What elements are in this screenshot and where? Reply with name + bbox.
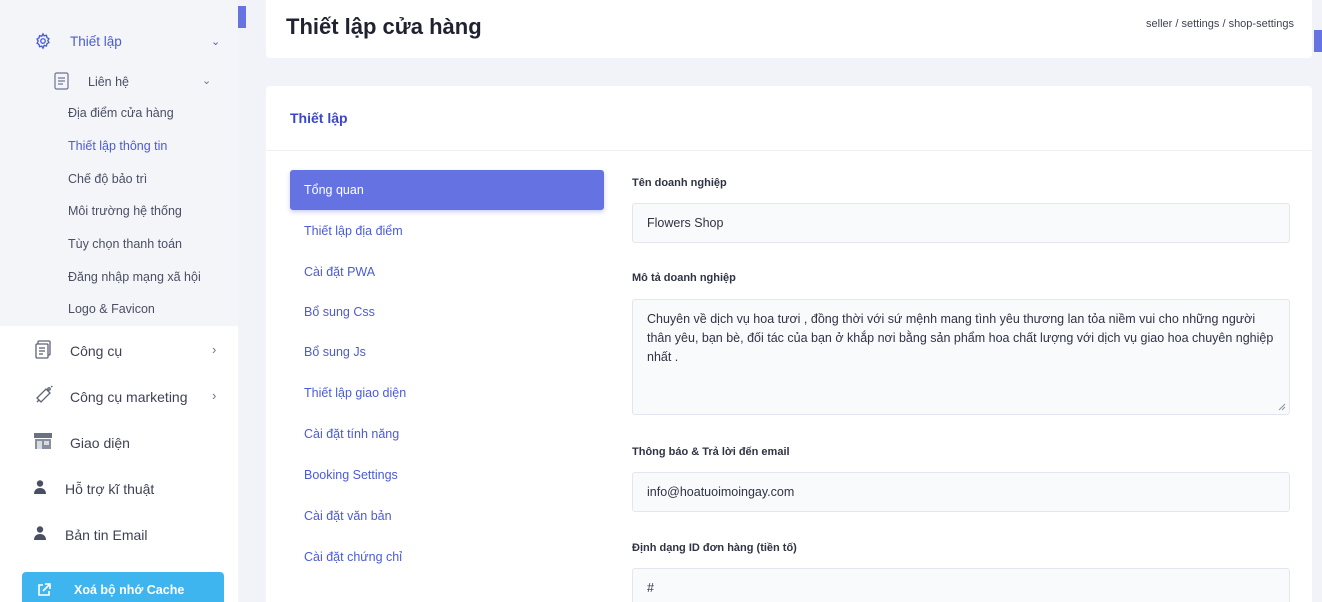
tab-overview[interactable]: Tổng quan bbox=[290, 170, 604, 210]
notify-email-label: Thông báo & Trả lời đến email bbox=[632, 446, 790, 458]
notify-email-field[interactable]: info@hoatuoimoingay.com bbox=[632, 472, 1290, 512]
chevron-right-icon: › bbox=[212, 388, 217, 403]
sidebar-item-contact-label: Liên hệ bbox=[88, 75, 130, 89]
sidebar-item-settings-label: Thiết lập bbox=[70, 34, 122, 49]
tab-custom-css[interactable]: Bổ sung Css bbox=[290, 292, 604, 332]
resize-grip-icon[interactable] bbox=[1278, 403, 1286, 411]
page-header: Thiết lập cửa hàng seller / settings / s… bbox=[266, 0, 1312, 58]
business-name-field[interactable]: Flowers Shop bbox=[632, 203, 1290, 243]
breadcrumb[interactable]: seller / settings / shop-settings bbox=[1146, 18, 1294, 30]
business-description-text: Chuyên về dịch vụ hoa tươi , đồng thời v… bbox=[647, 312, 1274, 364]
sidebar-item-interface[interactable]: Giao diện bbox=[0, 428, 238, 456]
storefront-icon bbox=[33, 432, 53, 450]
business-name-label: Tên doanh nghiệp bbox=[632, 177, 727, 189]
sidebar-item-settings[interactable]: Thiết lập ⌄ bbox=[0, 28, 238, 56]
card-title: Thiết lập bbox=[290, 110, 348, 126]
sidebar-item-marketing[interactable]: Công cụ marketing › bbox=[0, 382, 238, 410]
tab-custom-js[interactable]: Bổ sung Js bbox=[290, 332, 604, 372]
card-divider bbox=[266, 150, 1312, 151]
page-title: Thiết lập cửa hàng bbox=[286, 14, 482, 39]
sidebar-item-contact[interactable]: Liên hệ ⌄ bbox=[0, 70, 238, 94]
sidebar-sub-social-login[interactable]: Đăng nhập mạng xã hội bbox=[68, 270, 201, 284]
sidebar-item-newsletter[interactable]: Bản tin Email bbox=[0, 520, 238, 548]
external-link-icon bbox=[36, 582, 52, 598]
clear-cache-button[interactable]: Xoá bộ nhớ Cache bbox=[22, 572, 224, 602]
header-accent-right bbox=[1314, 30, 1322, 52]
order-id-prefix-field[interactable]: # bbox=[632, 568, 1290, 602]
business-description-label: Mô tả doanh nghiệp bbox=[632, 272, 736, 284]
gear-icon bbox=[34, 32, 52, 50]
tab-text-settings[interactable]: Cài đặt văn bản bbox=[290, 496, 604, 536]
sidebar-item-tools[interactable]: Công cụ › bbox=[0, 336, 238, 364]
tab-location-settings[interactable]: Thiết lập địa điểm bbox=[290, 211, 604, 251]
sidebar-item-support[interactable]: Hỗ trợ kĩ thuật bbox=[0, 474, 238, 502]
clear-cache-label: Xoá bộ nhớ Cache bbox=[74, 583, 185, 597]
tab-certificate-settings[interactable]: Cài đặt chứng chỉ bbox=[290, 537, 604, 577]
sidebar: Thiết lập ⌄ Liên hệ ⌄ Địa điểm cửa hàng … bbox=[0, 0, 238, 602]
sidebar-item-support-label: Hỗ trợ kĩ thuật bbox=[65, 481, 155, 497]
header-accent-left bbox=[238, 6, 246, 28]
sidebar-sub-logo-favicon[interactable]: Logo & Favicon bbox=[68, 302, 155, 316]
sidebar-item-tools-label: Công cụ bbox=[70, 343, 123, 359]
sidebar-sub-info-settings[interactable]: Thiết lập thông tin bbox=[68, 139, 167, 153]
sidebar-item-marketing-label: Công cụ marketing bbox=[70, 389, 188, 405]
tab-feature-settings[interactable]: Cài đặt tính năng bbox=[290, 414, 604, 454]
sidebar-sub-payment-options[interactable]: Tùy chọn thanh toán bbox=[68, 237, 182, 251]
user-icon bbox=[33, 479, 47, 495]
tab-theme-settings[interactable]: Thiết lập giao diện bbox=[290, 373, 604, 413]
chevron-right-icon: › bbox=[212, 342, 217, 357]
chevron-down-icon: ⌄ bbox=[202, 75, 212, 87]
chevron-down-icon: ⌄ bbox=[211, 36, 221, 48]
business-description-field[interactable]: Chuyên về dịch vụ hoa tươi , đồng thời v… bbox=[632, 299, 1290, 415]
sidebar-sub-environment[interactable]: Môi trường hệ thống bbox=[68, 204, 182, 218]
order-id-format-label: Định dạng ID đơn hàng (tiền tố) bbox=[632, 542, 797, 554]
sidebar-item-interface-label: Giao diện bbox=[70, 435, 130, 451]
tab-pwa-settings[interactable]: Cài đặt PWA bbox=[290, 252, 604, 292]
settings-card: Thiết lập Tổng quan Thiết lập địa điểm C… bbox=[266, 86, 1312, 602]
sidebar-sub-maintenance[interactable]: Chế độ bảo trì bbox=[68, 172, 147, 186]
sidebar-item-newsletter-label: Bản tin Email bbox=[65, 527, 148, 543]
megaphone-icon bbox=[34, 385, 54, 405]
user-icon bbox=[33, 525, 47, 541]
sidebar-sub-store-locations[interactable]: Địa điểm cửa hàng bbox=[68, 106, 174, 120]
clipboard-icon bbox=[34, 339, 52, 359]
tab-booking-settings[interactable]: Booking Settings bbox=[290, 455, 604, 495]
document-icon bbox=[53, 72, 69, 90]
